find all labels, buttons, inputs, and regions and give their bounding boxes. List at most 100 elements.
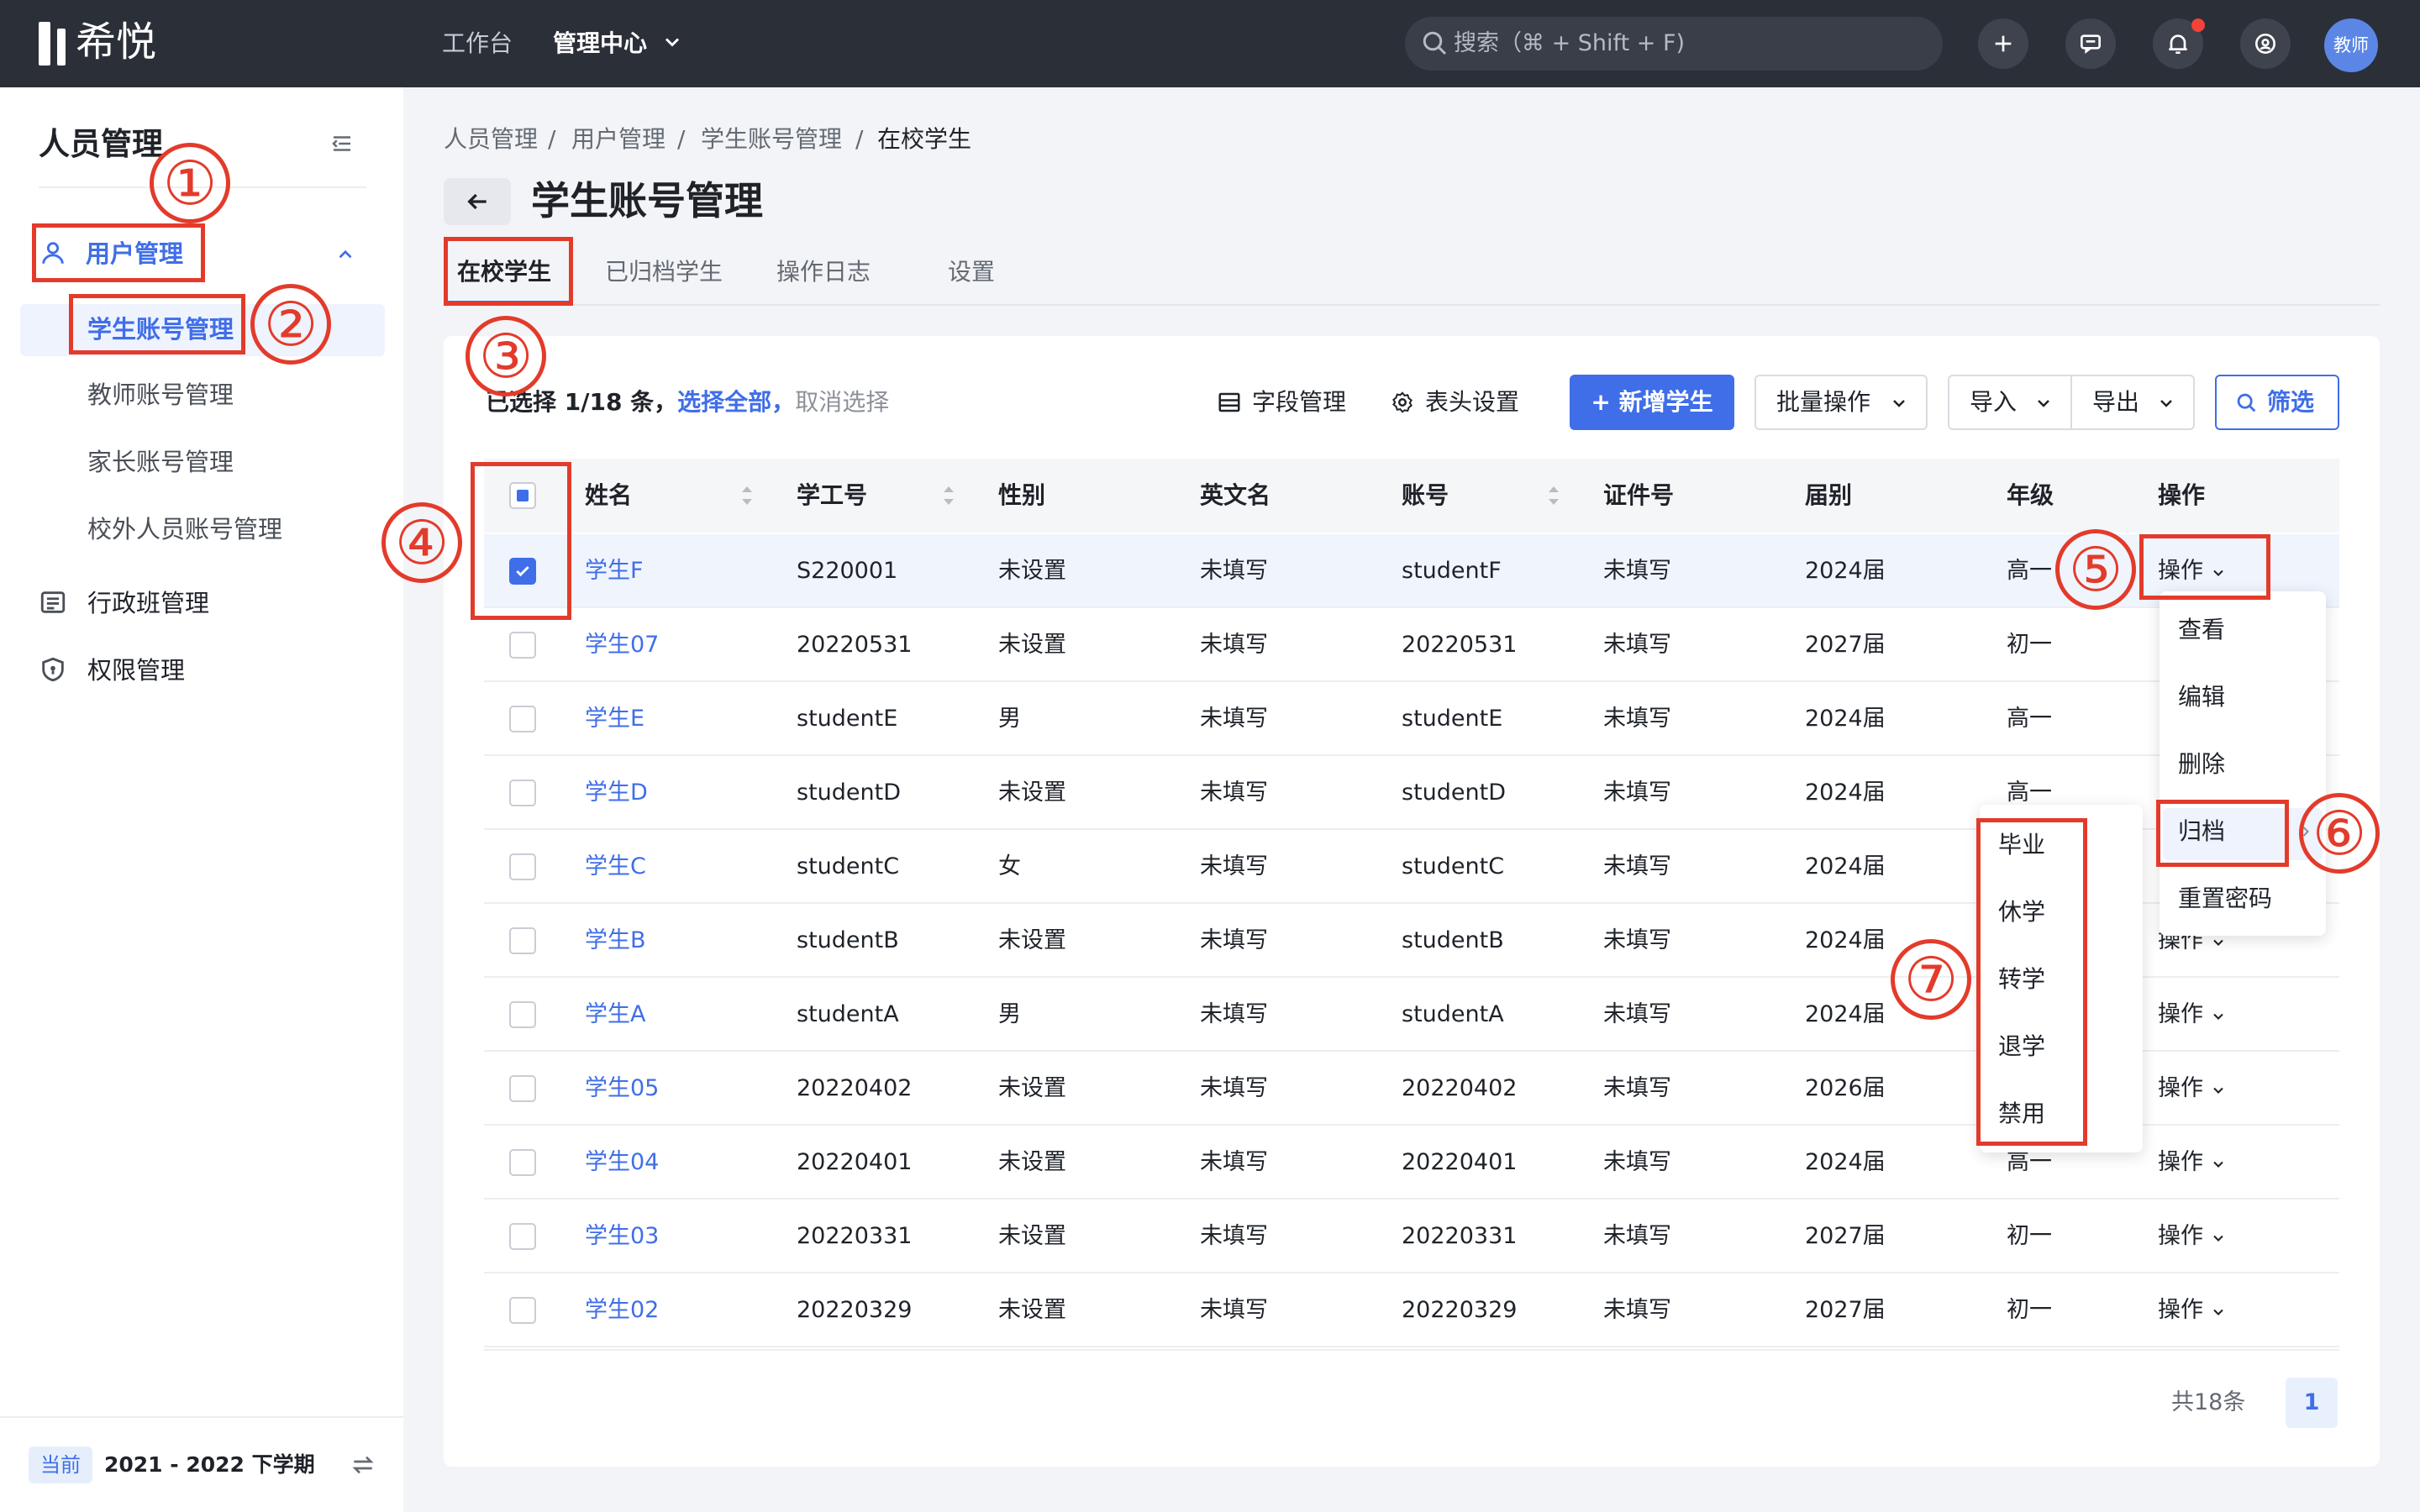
student-name-link[interactable]: 学生03 [585,1220,659,1253]
column-header-account[interactable]: 账号 [1402,479,1449,512]
column-header-name[interactable]: 姓名 [585,479,632,512]
row-operation-dropdown[interactable]: 操作 [2158,1072,2203,1105]
student-name-link[interactable]: 学生F [585,554,644,588]
select-all-link[interactable]: 选择全部， [677,388,795,416]
row-checkbox[interactable] [509,927,536,954]
row-operation-dropdown[interactable]: 操作 [2158,1220,2203,1253]
row-checkbox[interactable] [509,1223,536,1250]
menu-item-edit[interactable]: 编辑 [2178,680,2225,714]
student-name-link[interactable]: 学生05 [585,1072,659,1105]
sidebar-item-teacher-accounts[interactable]: 教师账号管理 [87,376,234,413]
nav-workbench[interactable]: 工作台 [442,24,513,64]
sidebar-item-class-management[interactable]: 行政班管理 [87,585,209,622]
sort-icon[interactable] [739,482,755,509]
cell-id: 20220331 [797,1223,913,1249]
row-operation-dropdown[interactable]: 操作 [2158,998,2203,1032]
back-button[interactable] [444,178,511,225]
cell-account: studentB [1402,927,1504,953]
cell-id: 20220402 [797,1075,913,1101]
row-checkbox[interactable] [509,1297,536,1324]
student-name-link[interactable]: 学生B [585,924,646,958]
cancel-selection-link[interactable]: 取消选择 [795,388,889,416]
top-bar [0,0,2420,87]
help-button[interactable] [2240,18,2291,69]
breadcrumb-separator: / [548,125,556,153]
notification-dot [2191,18,2205,32]
student-name-link[interactable]: 学生04 [585,1146,659,1179]
cell-en: 未填写 [1200,853,1268,879]
field-management-button[interactable]: 字段管理 [1252,385,1346,420]
table-bottom-line [484,1349,2339,1351]
student-name-link[interactable]: 学生E [585,702,644,736]
menu-item-reset-password[interactable]: 重置密码 [2178,882,2272,916]
row-checkbox[interactable] [509,632,536,659]
cell-cert: 未填写 [1603,558,1671,584]
sidebar-item-permission-management[interactable]: 权限管理 [87,652,185,689]
pagination-page-1[interactable]: 1 [2286,1378,2338,1428]
batch-operation-label: 批量操作 [1776,388,1871,416]
message-button[interactable] [2065,18,2116,69]
row-checkbox[interactable] [509,1149,536,1176]
menu-item-view[interactable]: 查看 [2178,613,2225,647]
student-name-link[interactable]: 学生02 [585,1294,659,1327]
column-header-id[interactable]: 学工号 [797,479,867,512]
annotation-number-2: ② [263,289,318,360]
column-header-cohort: 届别 [1805,481,1853,509]
semester-label: 2021 - 2022 下学期 [104,1452,315,1477]
table-row [484,1272,2339,1273]
collapse-sidebar-icon[interactable] [329,131,355,156]
student-name-link[interactable]: 学生07 [585,628,659,662]
cell-gender: 未设置 [998,780,1066,806]
plus-icon [1995,35,2012,52]
gear-icon [1392,391,1413,413]
breadcrumb-item[interactable]: 学生账号管理 [701,123,842,156]
row-checkbox[interactable] [509,853,536,880]
cell-id: 20220531 [797,632,913,658]
cell-gender: 未设置 [998,927,1066,953]
chevron-up-icon[interactable] [334,244,356,265]
student-name-link[interactable]: 学生D [585,776,648,810]
swap-icon[interactable] [350,1452,376,1478]
tab-operation-log[interactable]: 操作日志 [776,254,871,291]
row-operation-dropdown[interactable]: 操作 [2158,1294,2203,1327]
chevron-down-icon[interactable] [660,30,684,54]
cell-cert: 未填写 [1603,632,1671,658]
student-name-link[interactable]: 学生C [585,850,646,884]
sidebar-item-parent-accounts[interactable]: 家长账号管理 [87,444,234,480]
add-student-button[interactable]: + 新增学生 [1570,375,1734,430]
row-checkbox[interactable] [509,1075,536,1102]
annotation-box-1 [32,223,205,282]
avatar[interactable]: 教师 [2324,18,2378,72]
row-checkbox[interactable] [509,1001,536,1028]
tab-archived-students[interactable]: 已归档学生 [605,254,723,291]
row-checkbox[interactable] [509,706,536,732]
cell-account: studentA [1402,1001,1504,1027]
add-button[interactable] [1978,18,2028,69]
breadcrumb-item[interactable]: 用户管理 [571,123,666,156]
cell-grade: 高一 [2007,706,2052,732]
sort-icon[interactable] [941,482,956,509]
cell-gender: 未设置 [998,632,1066,658]
sort-icon[interactable] [1546,482,1561,509]
annotation-number-1: ① [162,148,218,218]
nav-admin-center[interactable]: 管理中心 [553,24,647,64]
row-checkbox[interactable] [509,780,536,806]
sidebar-item-external-accounts[interactable]: 校外人员账号管理 [87,511,282,548]
filter-label: 筛选 [2267,388,2315,416]
batch-operation-dropdown[interactable]: 批量操作 [1754,375,1928,430]
filter-button[interactable]: 筛选 [2215,375,2339,430]
cell-en: 未填写 [1200,1149,1268,1175]
student-name-link[interactable]: 学生A [585,998,645,1032]
tab-settings[interactable]: 设置 [948,254,995,291]
menu-item-delete[interactable]: 删除 [2178,748,2225,781]
export-dropdown[interactable]: 导出 [2070,375,2195,430]
cell-cohort: 2024届 [1805,1001,1886,1027]
annotation-number-6: ⑥ [2312,798,2367,869]
row-operation-dropdown[interactable]: 操作 [2158,1146,2203,1179]
import-label: 导入 [1970,388,2018,416]
arrow-left-icon [467,193,487,210]
cell-cert: 未填写 [1603,706,1671,732]
header-settings-button[interactable]: 表头设置 [1425,385,1519,420]
import-dropdown[interactable]: 导入 [1948,375,2072,430]
breadcrumb-item[interactable]: 人员管理 [444,123,538,156]
